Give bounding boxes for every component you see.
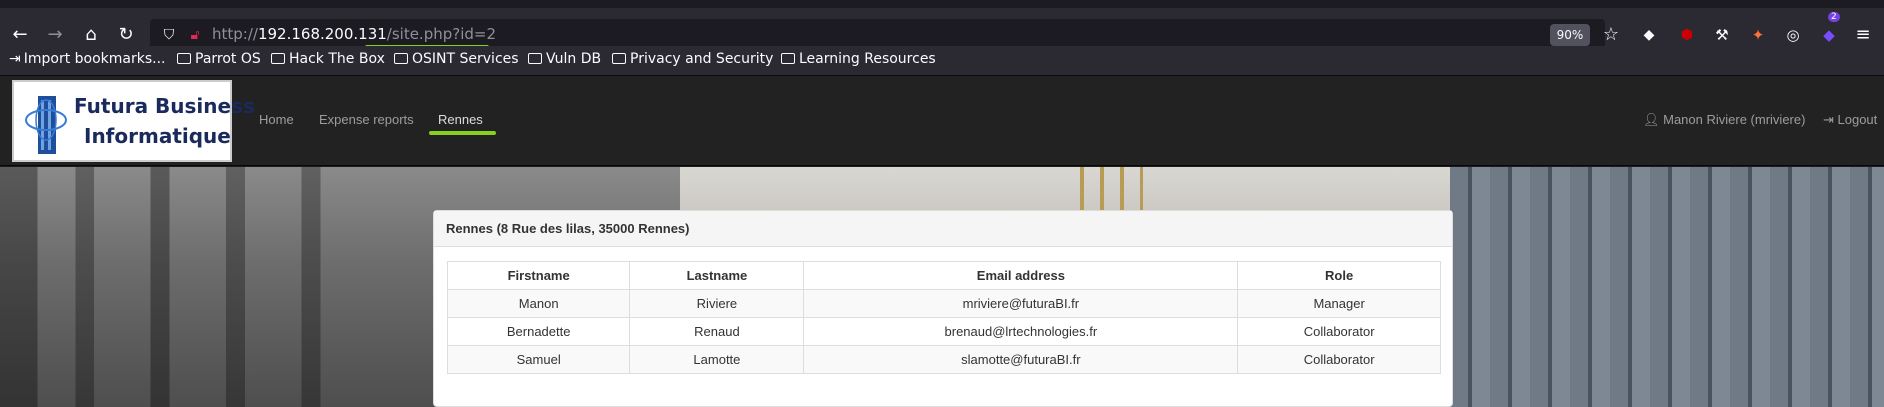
- site-panel: Rennes (8 Rue des lilas, 35000 Rennes) F…: [433, 210, 1453, 407]
- cell-firstname: Bernadette: [446, 317, 631, 346]
- site-navbar: Futura Business Informatique Home Expens…: [0, 76, 1884, 166]
- table-row: Manon Riviere mriviere@futuraBI.fr Manag…: [446, 289, 1441, 318]
- cell-role: Collaborator: [1237, 345, 1441, 374]
- column-header-role: Role: [1237, 261, 1441, 290]
- insecure-lock-icon[interactable]: 🔓︎: [184, 24, 206, 46]
- bookmark-parrot-os[interactable]: Parrot OS: [177, 51, 261, 67]
- logout-link[interactable]: ⇥ Logout: [1823, 112, 1877, 128]
- nav-active-underline: [429, 131, 496, 135]
- table-row: Samuel Lamotte slamotte@futuraBI.fr Coll…: [446, 345, 1441, 374]
- bookmark-star-icon[interactable]: ☆: [1600, 24, 1622, 46]
- cell-lastname: Lamotte: [629, 345, 805, 374]
- bookmarks-bar: ⇥ Import bookmarks... Parrot OS Hack The …: [0, 46, 1884, 76]
- bookmark-hack-the-box[interactable]: Hack The Box: [271, 51, 385, 67]
- user-icon: 👤︎: [1643, 112, 1664, 127]
- shield-icon[interactable]: ⛉: [158, 24, 180, 46]
- column-header-firstname: Firstname: [446, 261, 631, 290]
- building-logo-icon: [25, 96, 67, 154]
- cell-email: mriviere@futuraBI.fr: [803, 289, 1239, 318]
- cell-email: slamotte@futuraBI.fr: [803, 345, 1239, 374]
- bookmark-vuln-db[interactable]: Vuln DB: [528, 51, 601, 67]
- back-icon[interactable]: ←: [9, 24, 31, 46]
- cell-role: Collaborator: [1237, 317, 1441, 346]
- logout-icon: ⇥: [1823, 112, 1838, 127]
- column-header-email: Email address: [803, 261, 1239, 290]
- bookmark-privacy-security[interactable]: Privacy and Security: [612, 51, 773, 67]
- reload-icon[interactable]: ↻: [115, 24, 137, 46]
- logo-text-line1: Futura Business: [74, 94, 255, 118]
- bookmark-osint-services[interactable]: OSINT Services: [394, 51, 519, 67]
- cell-role: Manager: [1237, 289, 1441, 318]
- panel-title: Rennes (8 Rue des lilas, 35000 Rennes): [434, 211, 1452, 247]
- folder-icon: [781, 53, 795, 64]
- extension-badge-count: 2: [1828, 12, 1840, 22]
- url-text[interactable]: http://192.168.200.131/site.php?id=2: [212, 25, 496, 43]
- cookie-icon[interactable]: ◎: [1782, 24, 1804, 46]
- extension-badge-icon[interactable]: ◆: [1818, 24, 1840, 46]
- forward-icon[interactable]: →: [44, 24, 66, 46]
- cell-firstname: Samuel: [446, 345, 631, 374]
- folder-icon: [528, 53, 542, 64]
- menu-icon[interactable]: ≡: [1852, 24, 1874, 46]
- window-columns: [1450, 167, 1884, 407]
- mask-extension-icon[interactable]: ◆: [1638, 24, 1660, 46]
- wrench-icon[interactable]: ⚒: [1711, 24, 1733, 46]
- user-menu[interactable]: 👤︎ Manon Riviere (mriviere): [1643, 112, 1805, 128]
- table-row: Bernadette Renaud brenaud@lrtechnologies…: [446, 317, 1441, 346]
- folder-icon: [177, 53, 191, 64]
- zoom-indicator[interactable]: 90%: [1550, 24, 1590, 46]
- import-icon: ⇥: [9, 51, 21, 67]
- logo-text-line2: Informatique: [84, 124, 231, 148]
- column-header-lastname: Lastname: [629, 261, 805, 290]
- cell-firstname: Manon: [446, 289, 631, 318]
- ublock-icon[interactable]: ⬢: [1676, 24, 1698, 46]
- nav-expense-reports[interactable]: Expense reports: [319, 112, 414, 127]
- table-header-row: Firstname Lastname Email address Role: [446, 261, 1441, 290]
- site-logo[interactable]: Futura Business Informatique: [12, 80, 255, 162]
- folder-icon: [394, 53, 408, 64]
- home-icon[interactable]: ⌂: [80, 24, 102, 46]
- nav-home[interactable]: Home: [259, 112, 294, 127]
- cell-lastname: Renaud: [629, 317, 805, 346]
- cell-lastname: Riviere: [629, 289, 805, 318]
- nav-rennes[interactable]: Rennes: [438, 112, 483, 127]
- foxyproxy-icon[interactable]: ✦: [1747, 24, 1769, 46]
- bookmark-import[interactable]: ⇥ Import bookmarks...: [9, 51, 166, 67]
- folder-icon: [612, 53, 626, 64]
- folder-icon: [271, 53, 285, 64]
- cell-email: brenaud@lrtechnologies.fr: [803, 317, 1239, 346]
- bookmark-learning-resources[interactable]: Learning Resources: [781, 51, 936, 67]
- employees-table: Firstname Lastname Email address Role Ma…: [446, 261, 1441, 374]
